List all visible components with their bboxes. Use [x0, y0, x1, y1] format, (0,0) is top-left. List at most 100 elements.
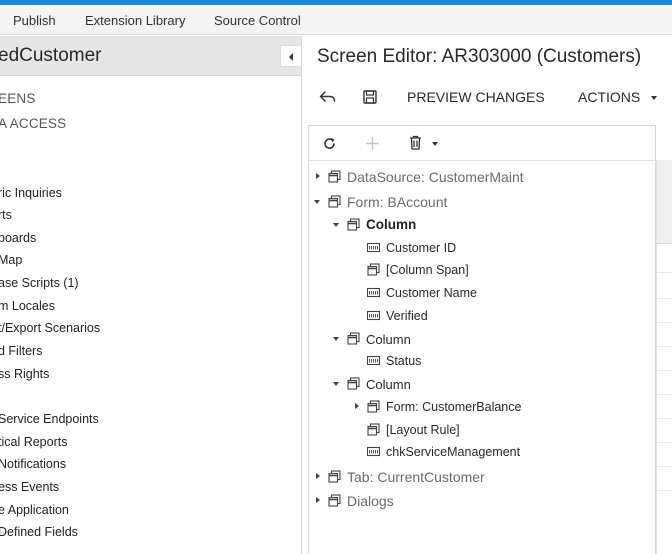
expand-arrow-icon[interactable] [316, 173, 320, 179]
divider [657, 490, 672, 491]
preview-changes-button[interactable]: PREVIEW CHANGES [407, 89, 545, 105]
menu-source-control[interactable]: Source Control [214, 13, 301, 28]
tree-node-column-span[interactable]: [Column Span] [367, 260, 567, 280]
divider [657, 322, 672, 323]
nav-item-user-defined-fields[interactable]: Defined Fields [0, 525, 78, 539]
nav-item-business-events[interactable]: ess Events [0, 480, 59, 494]
container-icon [367, 263, 380, 276]
divider [657, 442, 672, 443]
project-title: edCustomer [0, 45, 102, 66]
tree-node-datasource[interactable]: DataSource: CustomerMaint [314, 167, 544, 187]
nav-item-data-access[interactable]: A ACCESS [0, 116, 66, 131]
container-icon [328, 470, 341, 483]
container-icon [328, 494, 341, 507]
tree-node-label: Form: CustomerBalance [386, 400, 522, 414]
divider [657, 466, 672, 467]
expand-arrow-icon[interactable] [355, 403, 359, 409]
tree-node-label: chkServiceManagement [386, 445, 521, 459]
tree-node-label: Form: BAccount [347, 194, 448, 210]
divider [657, 394, 672, 395]
page-title: Screen Editor: AR303000 (Customers) [317, 46, 642, 67]
tree-node-form-baccount[interactable]: Form: BAccount [314, 192, 544, 212]
tree-node-label: Customer ID [386, 241, 457, 255]
collapse-arrow-icon[interactable] [333, 337, 339, 341]
divider [657, 418, 672, 419]
nav-item-screens[interactable]: EENS [0, 91, 36, 106]
nav-item-analytical-reports[interactable]: tical Reports [0, 435, 67, 449]
divider [657, 346, 672, 347]
tree-node-column-2[interactable]: Column [333, 329, 533, 349]
field-icon [367, 446, 380, 457]
tree-node-form-customerbalance[interactable]: Form: CustomerBalance [353, 397, 573, 417]
properties-header [657, 160, 672, 244]
container-icon [328, 195, 341, 208]
menu-extension-library[interactable]: Extension Library [85, 13, 185, 28]
tree-node-customer-id[interactable]: Customer ID [367, 238, 567, 258]
refresh-icon[interactable] [323, 137, 336, 155]
tree-node-label: Verified [386, 309, 428, 323]
nav-item-web-service-endpoints[interactable]: Service Endpoints [0, 412, 99, 426]
collapse-arrow-icon[interactable] [333, 382, 339, 386]
tree-node-dialogs[interactable]: Dialogs [314, 491, 544, 511]
collapse-arrow-icon[interactable] [314, 200, 320, 204]
tree-node-tab-currentcustomer[interactable]: Tab: CurrentCustomer [314, 467, 544, 487]
tree-node-label: [Column Span] [386, 263, 469, 277]
container-icon [367, 423, 380, 436]
nav-item-system-locales[interactable]: m Locales [0, 299, 55, 313]
properties-panel-edge [656, 160, 672, 554]
nav-item-mobile-application[interactable]: e Application [0, 503, 69, 517]
nav-item-push-notifications[interactable]: Notifications [0, 457, 66, 471]
nav-item-generic-inquiries[interactable]: ric Inquiries [0, 186, 62, 200]
nav-item-dashboards[interactable]: boards [0, 231, 36, 245]
divider [657, 272, 672, 273]
chevron-down-icon[interactable] [651, 96, 657, 100]
divider [657, 298, 672, 299]
chevron-down-icon[interactable] [432, 142, 438, 146]
tree-toolbar [309, 126, 655, 161]
divider [657, 370, 672, 371]
save-icon[interactable] [363, 90, 377, 109]
nav-item-import-export-scenarios[interactable]: t/Export Scenarios [0, 321, 100, 335]
tree-node-label: [Layout Rule] [386, 423, 460, 437]
tree-node-customer-name[interactable]: Customer Name [367, 283, 567, 303]
tree-node-status[interactable]: Status [367, 351, 567, 371]
nav-item-site-map[interactable]: Map [0, 253, 22, 267]
project-header: edCustomer [0, 36, 301, 76]
nav-item-database-scripts[interactable]: ase Scripts (1) [0, 276, 79, 290]
nav-item-shared-filters[interactable]: d Filters [0, 344, 42, 358]
tree-node-label: Column [366, 377, 411, 392]
field-icon [367, 287, 380, 298]
tree-node-column-selected[interactable]: Column [333, 215, 533, 235]
container-icon [367, 400, 380, 413]
menu-publish[interactable]: Publish [13, 13, 56, 28]
menubar: Publish Extension Library Source Control [0, 5, 672, 35]
field-icon [367, 310, 380, 321]
tree-node-column-3[interactable]: Column [333, 374, 533, 394]
tree-node-label: Column [366, 332, 411, 347]
actions-menu-button[interactable]: ACTIONS [578, 89, 640, 105]
undo-icon[interactable] [319, 90, 336, 109]
container-icon [347, 377, 360, 390]
field-icon [367, 242, 380, 253]
container-icon [347, 218, 360, 231]
tree-node-label: Tab: CurrentCustomer [347, 469, 485, 485]
expand-arrow-icon[interactable] [316, 497, 320, 503]
container-icon [328, 170, 341, 183]
container-icon [347, 332, 360, 345]
tree-node-layout-rule[interactable]: [Layout Rule] [367, 420, 567, 440]
chevron-left-icon[interactable] [280, 45, 301, 67]
project-navigation-pane: edCustomer EENS A ACCESS ric Inquiries r… [0, 36, 302, 554]
tree-node-label: Dialogs [347, 493, 394, 509]
trash-icon[interactable] [409, 135, 422, 155]
tree-node-label: DataSource: CustomerMaint [347, 169, 524, 185]
tree-node-chkservicemanagement[interactable]: chkServiceManagement [367, 442, 567, 462]
expand-arrow-icon[interactable] [316, 473, 320, 479]
tree-node-label: Column [366, 217, 417, 232]
nav-item-reports[interactable]: rts [0, 208, 12, 222]
plus-icon[interactable] [365, 136, 380, 156]
field-icon [367, 355, 380, 366]
tree-node-verified[interactable]: Verified [367, 306, 567, 326]
nav-item-access-rights[interactable]: ss Rights [0, 367, 49, 381]
collapse-arrow-icon[interactable] [333, 223, 339, 227]
tree-node-label: Customer Name [386, 286, 477, 300]
